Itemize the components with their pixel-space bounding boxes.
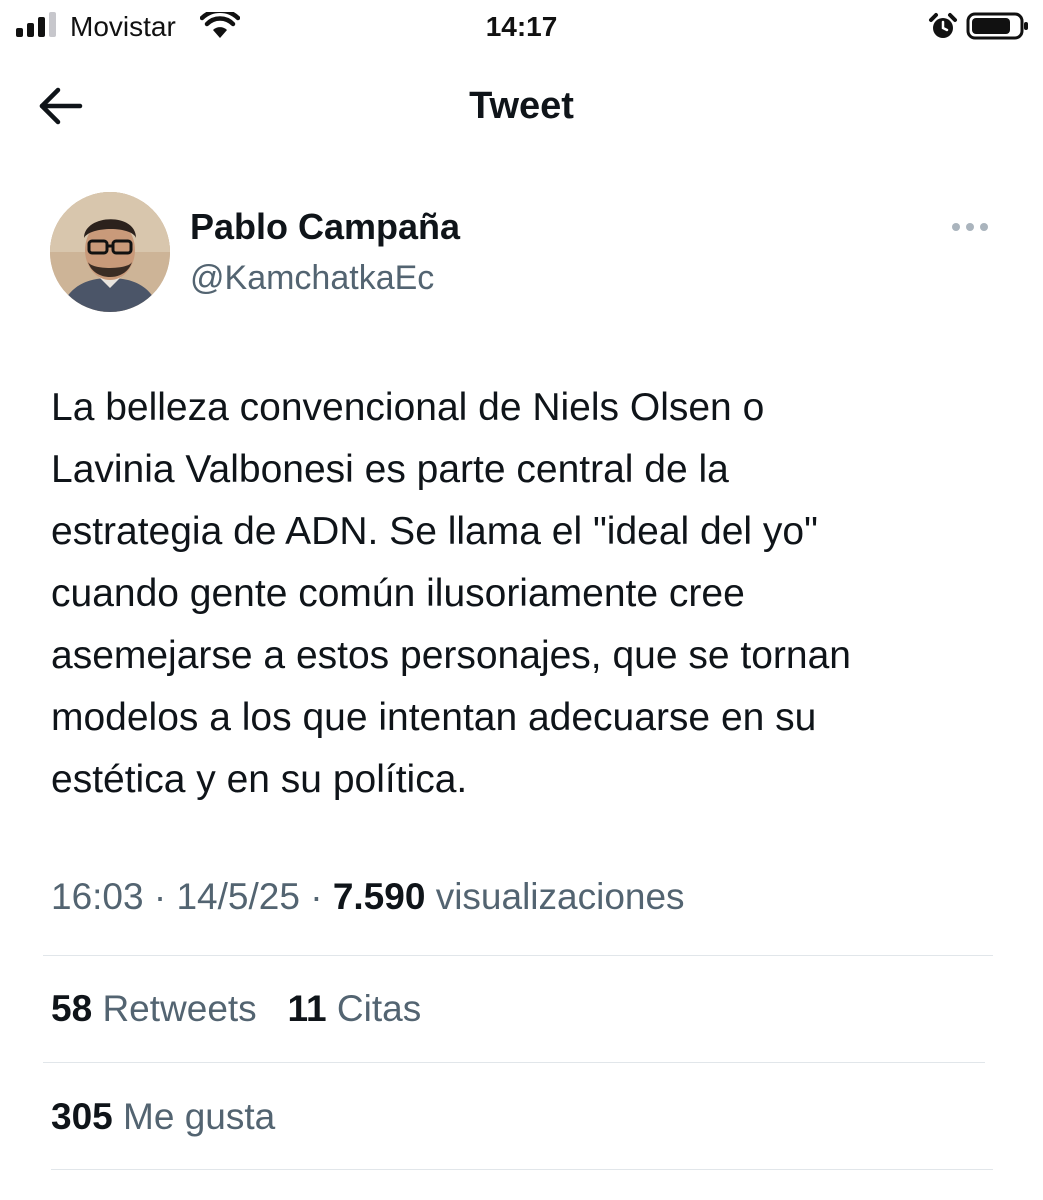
tweet-text-line: Lavinia Valbonesi es parte central de la xyxy=(51,448,729,491)
views-count[interactable]: 7.590 xyxy=(333,876,426,917)
alarm-icon xyxy=(929,13,957,38)
retweets-count: 58 xyxy=(51,988,93,1029)
quotes-stat[interactable]: 11 Citas xyxy=(288,988,422,1029)
more-options-button[interactable] xyxy=(946,212,994,242)
status-bar: Movistar 14:17 xyxy=(0,0,1043,60)
views-label[interactable]: visualizaciones xyxy=(436,876,685,917)
tweet-date[interactable]: 14/5/25 xyxy=(176,876,299,917)
divider xyxy=(43,1062,985,1063)
battery-icon xyxy=(966,12,1028,40)
avatar-image xyxy=(50,192,170,312)
quotes-label: Citas xyxy=(336,988,422,1029)
likes-stat[interactable]: 305 Me gusta xyxy=(51,1096,275,1137)
status-time: 14:17 xyxy=(485,11,558,42)
tweet-text-line: La belleza convencional de Niels Olsen o xyxy=(51,386,765,429)
divider xyxy=(51,1169,993,1170)
quotes-count: 11 xyxy=(287,988,327,1029)
tweet-text: La belleza convencional de Niels Olsen o… xyxy=(51,377,1011,811)
meta-separator: · xyxy=(153,876,167,917)
avatar[interactable] xyxy=(50,192,170,312)
likes-label: Me gusta xyxy=(123,1096,276,1137)
tweet-text-line: estrategia de ADN. Se llama el "ideal de… xyxy=(51,510,818,553)
tweet-text-line: estética y en su política. xyxy=(51,758,468,801)
retweets-stat[interactable]: 58 Retweets xyxy=(51,988,257,1029)
page-title: Tweet xyxy=(469,85,574,127)
retweet-quote-stats: 58 Retweets 11 Citas xyxy=(51,985,421,1033)
tweet-text-line: modelos a los que intentan adecuarse en … xyxy=(51,696,817,739)
likes-count: 305 xyxy=(51,1096,113,1137)
retweets-label: Retweets xyxy=(102,988,257,1029)
likes-stats: 305 Me gusta xyxy=(51,1093,275,1141)
tweet-text-line: cuando gente común ilusoriamente cree xyxy=(51,572,745,615)
author-handle[interactable]: @KamchatkaEc xyxy=(190,256,434,300)
divider xyxy=(43,955,993,956)
tweet-time[interactable]: 16:03 xyxy=(51,876,144,917)
author-name[interactable]: Pablo Campaña xyxy=(190,204,460,250)
tweet-meta: 16:03 · 14/5/25 · 7.590 visualizaciones xyxy=(51,873,685,921)
more-dots-icon xyxy=(952,223,988,231)
meta-separator: · xyxy=(310,876,323,917)
tweet-text-line: asemejarse a estos personajes, que se to… xyxy=(51,634,851,677)
